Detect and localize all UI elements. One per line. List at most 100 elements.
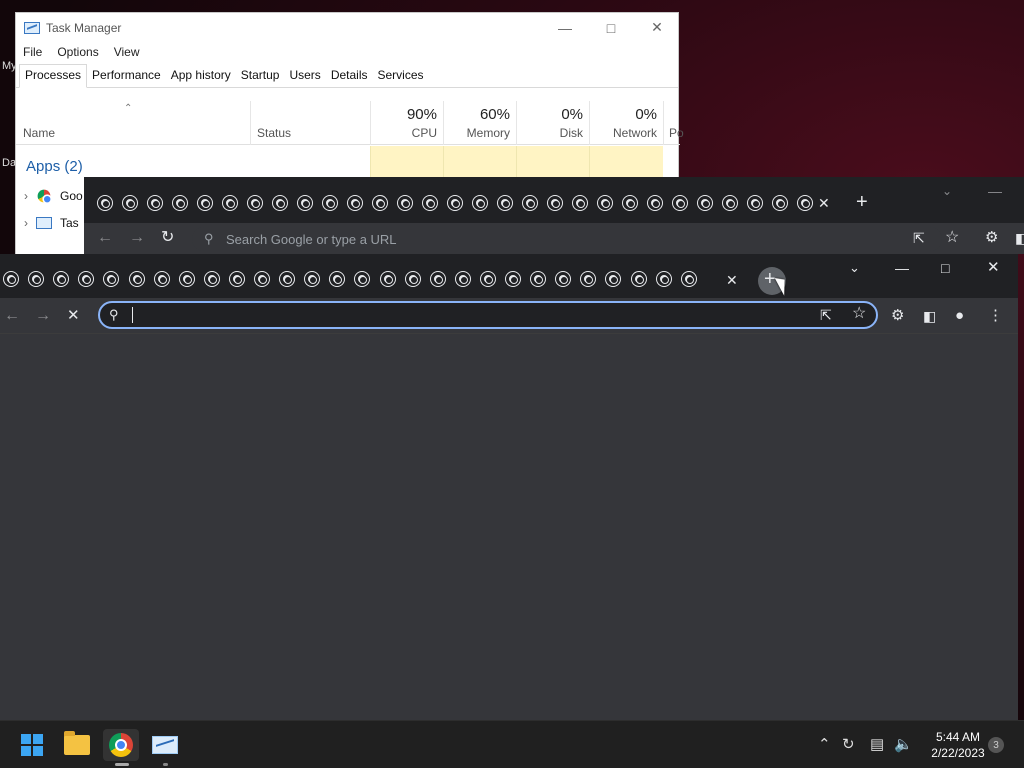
minimize-button[interactable]: — <box>895 260 909 276</box>
tab-favicon-icon[interactable] <box>179 272 194 286</box>
address-bar[interactable]: ⚲ ⇱ ☆ <box>98 301 878 329</box>
sync-icon[interactable]: ↻ <box>842 735 855 753</box>
tab-favicon-icon[interactable] <box>556 272 571 286</box>
start-button[interactable] <box>14 729 50 761</box>
desktop-icon-label[interactable]: Da <box>2 157 16 169</box>
new-tab-button[interactable]: + <box>856 192 868 212</box>
tab-favicon-icon[interactable] <box>473 196 487 210</box>
tab-favicon-icon[interactable] <box>423 196 437 210</box>
tab-favicon-icon[interactable] <box>154 272 169 286</box>
tab-search-chevron-icon[interactable]: ⌄ <box>849 260 860 276</box>
tab-favicon-icon[interactable] <box>305 272 320 286</box>
tab-favicon-icon[interactable] <box>273 196 287 210</box>
column-disk[interactable]: 0% Disk <box>516 101 589 145</box>
tab-favicon-icon[interactable] <box>405 272 420 286</box>
tab-close-icon[interactable]: ✕ <box>818 195 830 211</box>
tab-favicon-icon[interactable] <box>798 196 812 210</box>
tab-favicon-icon[interactable] <box>29 272 44 286</box>
tab-favicon-icon[interactable] <box>656 272 671 286</box>
tab-favicon-icon[interactable] <box>498 196 512 210</box>
tab-favicon-icon[interactable] <box>355 272 370 286</box>
tab-favicon-icon[interactable] <box>123 196 137 210</box>
back-arrow-icon[interactable]: ← <box>4 308 20 324</box>
apps-group-header[interactable]: Apps (2) <box>26 158 83 175</box>
tab-favicon-icon[interactable] <box>54 272 69 286</box>
tab-favicon-icon[interactable] <box>698 196 712 210</box>
file-explorer-button[interactable] <box>59 729 95 761</box>
tab-favicon-icon[interactable] <box>104 272 119 286</box>
tab-favicon-icon[interactable] <box>681 272 696 286</box>
new-tab-button[interactable]: + <box>764 269 776 289</box>
back-arrow-icon[interactable]: ← <box>97 230 113 246</box>
column-cpu[interactable]: 90% CPU <box>370 101 443 145</box>
tab-favicon-icon[interactable] <box>223 196 237 210</box>
column-name[interactable]: Name <box>23 126 55 140</box>
tab-favicon-icon[interactable] <box>229 272 244 286</box>
column-memory[interactable]: 60% Memory <box>443 101 516 145</box>
more-menu-icon[interactable]: ⋮ <box>988 308 1003 324</box>
tab-processes[interactable]: Processes <box>19 64 88 88</box>
notification-badge[interactable]: 3 <box>988 737 1004 753</box>
share-icon[interactable]: ⇱ <box>913 230 925 246</box>
tab-favicon-icon[interactable] <box>430 272 445 286</box>
tab-favicon-icon[interactable] <box>531 272 546 286</box>
tab-favicon-icon[interactable] <box>598 196 612 210</box>
tab-search-chevron-icon[interactable]: ⌄ <box>942 183 952 199</box>
tab-favicon-icon[interactable] <box>79 272 94 286</box>
task-manager-taskbar-button[interactable] <box>147 729 183 766</box>
column-power[interactable]: Po <box>663 101 684 145</box>
menu-file[interactable]: File <box>23 45 42 59</box>
chevron-up-icon[interactable]: ⌃ <box>818 735 831 753</box>
tab-favicon-icon[interactable] <box>523 196 537 210</box>
tab-favicon-icon[interactable] <box>4 272 18 286</box>
tab-favicon-icon[interactable] <box>280 272 295 286</box>
profile-avatar-icon[interactable]: ● <box>955 308 964 324</box>
tab-startup[interactable]: Startup <box>236 63 285 87</box>
tab-services[interactable]: Services <box>373 63 429 87</box>
tab-favicon-icon[interactable] <box>380 272 395 286</box>
tab-favicon-icon[interactable] <box>298 196 312 210</box>
tab-favicon-icon[interactable] <box>506 272 520 286</box>
column-status[interactable]: Status <box>250 101 370 145</box>
bookmark-star-icon[interactable]: ☆ <box>945 230 959 246</box>
share-icon[interactable]: ⇱ <box>820 307 832 323</box>
process-row[interactable]: › Goo <box>24 188 83 204</box>
minimize-button[interactable]: — <box>988 183 1002 199</box>
column-network[interactable]: 0% Network <box>589 101 663 145</box>
tab-favicon-icon[interactable] <box>204 272 219 286</box>
network-icon[interactable]: ▤ <box>870 735 884 753</box>
tab-favicon-icon[interactable] <box>173 196 187 210</box>
tab-favicon-icon[interactable] <box>573 196 587 210</box>
tab-users[interactable]: Users <box>284 63 325 87</box>
side-panel-icon[interactable]: ◧ <box>923 308 936 324</box>
menu-options[interactable]: Options <box>57 45 98 59</box>
minimize-button[interactable]: — <box>542 13 588 42</box>
tab-details[interactable]: Details <box>326 63 373 87</box>
tab-favicon-icon[interactable] <box>623 196 637 210</box>
tab-close-icon[interactable]: ✕ <box>726 272 738 288</box>
tab-favicon-icon[interactable] <box>248 196 262 210</box>
expand-chevron-icon[interactable]: › <box>24 189 28 203</box>
forward-arrow-icon[interactable]: → <box>129 230 145 246</box>
chrome-taskbar-button[interactable] <box>103 729 139 766</box>
tab-favicon-icon[interactable] <box>148 196 162 210</box>
clock[interactable]: 5:44 AM 2/22/2023 <box>918 729 998 761</box>
tab-favicon-icon[interactable] <box>255 272 269 286</box>
close-button[interactable]: ✕ <box>634 13 680 42</box>
menu-view[interactable]: View <box>114 45 140 59</box>
tab-favicon-icon[interactable] <box>323 196 337 210</box>
tab-favicon-icon[interactable] <box>631 272 646 286</box>
maximize-button[interactable]: □ <box>588 13 634 42</box>
address-bar[interactable]: ⚲ Search Google or type a URL <box>192 227 942 251</box>
volume-icon[interactable]: 🔈 <box>894 735 913 753</box>
maximize-button[interactable]: □ <box>941 260 949 276</box>
close-button[interactable]: ✕ <box>987 260 1000 276</box>
tab-favicon-icon[interactable] <box>398 196 412 210</box>
expand-chevron-icon[interactable]: › <box>24 216 28 230</box>
tab-app-history[interactable]: App history <box>166 63 236 87</box>
tab-favicon-icon[interactable] <box>480 272 495 286</box>
extensions-icon[interactable]: ⚙ <box>891 308 904 324</box>
tab-favicon-icon[interactable] <box>606 272 621 286</box>
forward-arrow-icon[interactable]: → <box>35 308 51 324</box>
process-row[interactable]: › Tas <box>24 216 79 230</box>
